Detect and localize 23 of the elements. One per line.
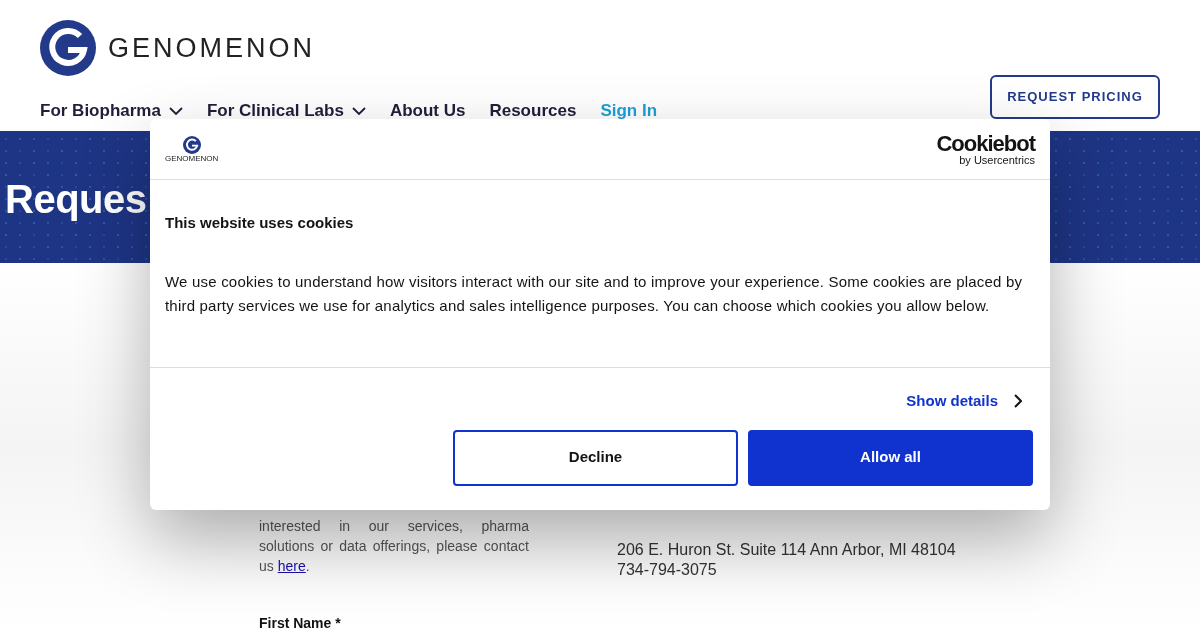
- cookiebot-logo: Cookiebot: [936, 132, 1035, 155]
- nav-link[interactable]: For Biopharma: [40, 98, 183, 124]
- show-details-link[interactable]: Show details: [906, 390, 1022, 413]
- logo-icon: [40, 20, 96, 76]
- field-label: First Name *: [259, 614, 341, 630]
- chevron-down-icon: [351, 106, 366, 115]
- chevron-right-icon: [1014, 394, 1022, 409]
- address-text: 206 E. Huron St. Suite 114 Ann Arbor, MI 48104: [617, 540, 956, 560]
- logo-icon: [182, 135, 201, 154]
- provider-text: by Usercentrics: [959, 154, 1035, 166]
- phone-text: 734-794-3075: [617, 560, 717, 580]
- intro-paragraph: interested in our services, pharma solutions or data offerings, please contact us here.: [259, 517, 529, 576]
- nav-link[interactable]: For Clinical Labs: [206, 98, 366, 124]
- here-link[interactable]: here: [277, 558, 306, 574]
- decline-button[interactable]: Decline: [453, 429, 738, 486]
- brand-name: GENOMENON: [108, 31, 315, 65]
- request-pricing-button[interactable]: REQUEST PRICING: [990, 75, 1160, 119]
- chevron-down-icon: [168, 106, 183, 115]
- page-title: Reques: [5, 176, 147, 223]
- allow-button[interactable]: Allow all: [748, 429, 1033, 486]
- dialog-body: We use cookies to understand how visitors interact with our site and to improve your experience. Some cookies are placed by third party services we use for analytics and sales intelligence purposes. You can choose which cookies you allow below.: [165, 271, 1024, 316]
- brand-text: GENOMENON: [165, 153, 219, 163]
- dialog-title: This website uses cookies: [165, 213, 355, 233]
